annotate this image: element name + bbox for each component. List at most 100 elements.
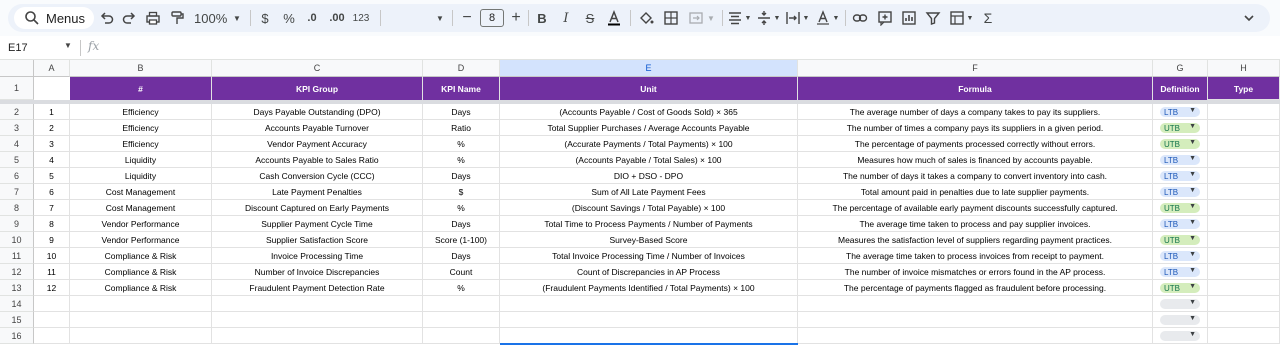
formula-cell[interactable]: (Discount Savings / Total Payable) × 100 [500,200,798,216]
merge-chevron-down-icon[interactable]: ▼ [706,4,716,32]
formula-cell[interactable]: Total Supplier Purchases / Average Accou… [500,120,798,136]
formula-cell[interactable]: (Accounts Payable / Cost of Goods Sold) … [500,104,798,120]
more-formats-button[interactable]: 123 [352,4,370,32]
type-dropdown-chip[interactable]: LTB ▼ [1160,107,1200,117]
unit-cell[interactable]: % [423,200,500,216]
empty-cell[interactable] [423,328,500,344]
definition-cell[interactable]: The percentage of payments processed cor… [798,136,1153,152]
unit-cell[interactable]: Days [423,168,500,184]
kpi-group-cell[interactable]: Cost Management [70,200,212,216]
definition-cell[interactable]: The number of times a company pays its s… [798,120,1153,136]
italic-icon[interactable]: I [559,4,573,32]
kpi-group-cell[interactable]: Vendor Performance [70,232,212,248]
kpi-name-cell[interactable]: Supplier Satisfaction Score [212,232,423,248]
dropdown-chevron-down-icon[interactable]: ▼ [1189,299,1196,306]
definition-cell[interactable]: The number of days it takes a company to… [798,168,1153,184]
row-header-8[interactable]: 8 [0,200,34,216]
currency-format-button[interactable]: $ [258,4,272,32]
align-chevron-down-icon[interactable]: ▼ [744,4,752,32]
type-dropdown-chip[interactable]: UTB ▼ [1160,123,1200,133]
empty-cell[interactable] [34,328,70,344]
definition-cell[interactable]: The percentage of payments flagged as fr… [798,280,1153,296]
empty-cell[interactable] [212,312,423,328]
type-dropdown-chip[interactable]: LTB ▼ [1160,155,1200,165]
insert-chart-icon[interactable] [901,4,917,32]
empty-dropdown-chip[interactable]: ▼ [1160,299,1200,309]
table-cell[interactable] [1208,232,1280,248]
definition-cell[interactable]: Total amount paid in penalties due to la… [798,184,1153,200]
row-number-cell[interactable]: 10 [34,248,70,264]
table-cell[interactable] [1208,168,1280,184]
paint-format-icon[interactable] [168,4,186,32]
kpi-name-cell[interactable]: Number of Invoice Discrepancies [212,264,423,280]
column-header-g[interactable]: G [1153,60,1208,77]
row-header-13[interactable]: 13 [0,280,34,296]
definition-cell[interactable]: Measures how much of sales is financed b… [798,152,1153,168]
kpi-name-cell[interactable]: Days Payable Outstanding (DPO) [212,104,423,120]
row-number-cell[interactable]: 4 [34,152,70,168]
empty-cell[interactable] [1208,312,1280,328]
empty-cell[interactable] [70,328,212,344]
empty-dropdown-chip[interactable]: ▼ [1160,331,1200,341]
horizontal-align-icon[interactable] [727,4,743,32]
spreadsheet-grid[interactable]: A B C D E F G H 1 2 3 4 5 6 7 8 9 10 11 12 13 14 15 16 # KPI Grou… [0,60,1280,346]
column-header-f[interactable]: F [798,60,1153,77]
select-all-corner[interactable] [0,60,34,77]
dropdown-chevron-down-icon[interactable]: ▼ [1189,203,1196,210]
decrease-decimal-button[interactable]: .0 [303,4,321,32]
kpi-name-cell[interactable]: Supplier Payment Cycle Time [212,216,423,232]
definition-cell[interactable]: The average time taken to process and pa… [798,216,1153,232]
redo-icon[interactable] [120,4,138,32]
formula-cell[interactable]: Count of Discrepancies in AP Process [500,264,798,280]
type-dropdown-chip[interactable]: UTB ▼ [1160,283,1200,293]
name-box-chevron-down-icon[interactable]: ▼ [64,41,72,50]
font-size-input[interactable]: 8 [480,4,504,32]
kpi-group-cell[interactable]: Liquidity [70,168,212,184]
definition-cell[interactable]: The average number of days a company tak… [798,104,1153,120]
print-icon[interactable] [144,4,162,32]
filter-views-chevron-down-icon[interactable]: ▼ [966,4,974,32]
type-dropdown-chip[interactable]: LTB ▼ [1160,251,1200,261]
row-number-cell[interactable]: 9 [34,232,70,248]
dropdown-chevron-down-icon[interactable]: ▼ [1189,331,1196,338]
zoom-chevron-down-icon[interactable]: ▼ [232,4,242,32]
empty-cell[interactable] [70,312,212,328]
kpi-name-cell[interactable]: Accounts Payable Turnover [212,120,423,136]
empty-cell[interactable] [1208,296,1280,312]
menus-search-button[interactable]: Menus [14,7,94,29]
empty-cell[interactable] [423,296,500,312]
table-cell[interactable] [1208,136,1280,152]
row-header-7[interactable]: 7 [0,184,34,200]
kpi-name-cell[interactable]: Discount Captured on Early Payments [212,200,423,216]
empty-cell[interactable] [34,312,70,328]
unit-cell[interactable]: Days [423,248,500,264]
wrap-chevron-down-icon[interactable]: ▼ [802,4,810,32]
row-number-cell[interactable]: 2 [34,120,70,136]
empty-cell[interactable] [212,328,423,344]
row-header-15[interactable]: 15 [0,312,34,328]
row-header-14[interactable]: 14 [0,296,34,312]
dropdown-chevron-down-icon[interactable]: ▼ [1189,139,1196,146]
strikethrough-icon[interactable]: S [583,4,597,32]
row-number-cell[interactable]: 5 [34,168,70,184]
fill-color-icon[interactable] [638,4,654,32]
unit-cell[interactable]: % [423,136,500,152]
empty-cell[interactable] [70,296,212,312]
unit-cell[interactable]: % [423,280,500,296]
unit-cell[interactable]: Days [423,104,500,120]
insert-comment-icon[interactable] [877,4,893,32]
kpi-name-cell[interactable]: Accounts Payable to Sales Ratio [212,152,423,168]
text-wrapping-icon[interactable] [785,4,801,32]
empty-cell[interactable] [34,296,70,312]
formula-cell[interactable]: Survey-Based Score [500,232,798,248]
rotation-chevron-down-icon[interactable]: ▼ [832,4,840,32]
type-dropdown-chip[interactable]: UTB ▼ [1160,139,1200,149]
empty-cell[interactable] [798,296,1153,312]
column-header-c[interactable]: C [212,60,423,77]
formula-cell[interactable]: (Accurate Payments / Total Payments) × 1… [500,136,798,152]
column-header-d[interactable]: D [423,60,500,77]
increase-decimal-button[interactable]: .00 [328,4,346,32]
empty-dropdown-chip[interactable]: ▼ [1160,315,1200,325]
empty-cell[interactable] [1208,328,1280,344]
column-header-b[interactable]: B [70,60,212,77]
